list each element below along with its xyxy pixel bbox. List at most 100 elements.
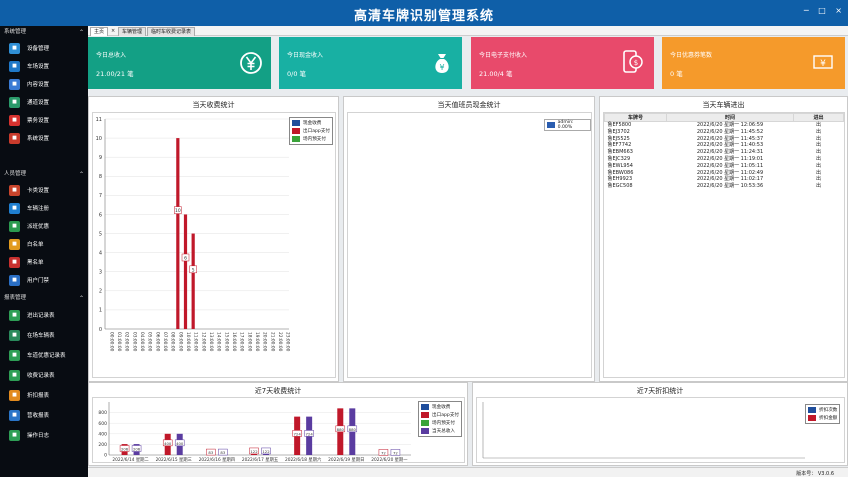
section-title: 人员管理: [4, 171, 27, 177]
sidebar-item[interactable]: ■ 车道优惠记录表: [0, 345, 88, 365]
sidebar-item[interactable]: ■ 进出记录表: [0, 305, 88, 325]
lane-discount-icon: ■: [9, 349, 20, 361]
legend-label: 现金收费: [303, 121, 322, 126]
cell-time: 2022/6/20 星期一 11:19:01: [696, 155, 764, 162]
legend-swatch: [421, 428, 429, 434]
cell-direction: 出: [815, 128, 821, 135]
x-tick-label: 10:00:00: [185, 332, 191, 352]
panel-week-fee: 近7天收费统计 0 200 400 600 800 2022/6/14 星期二 206 206…: [88, 382, 468, 466]
x-tick-label: 04:00:00: [139, 332, 145, 352]
legend-item: 出口app支付: [421, 411, 459, 419]
card-title: 今日优惠券笔数: [670, 52, 713, 59]
cell-plate: 鲁EJC329: [607, 155, 631, 162]
x-tick-label: 12:00:00: [200, 332, 206, 352]
sidebar-item[interactable]: ■ 设备管理: [0, 39, 88, 57]
legend-item: 场内预支付: [421, 419, 459, 427]
data-label: 400: [176, 441, 184, 446]
tab-home[interactable]: 主页: [90, 27, 109, 36]
column-header-direction[interactable]: 进出: [793, 113, 844, 122]
sidebar-item[interactable]: ■ 营收报表: [0, 405, 88, 425]
tab-temp-fee-records[interactable]: 临时车收费记录表: [147, 27, 196, 36]
cell-time: 2022/6/20 星期一 10:53:36: [696, 183, 764, 190]
table-row[interactable]: 鲁EJ5525 2022/6/20 星期一 11:45:37 出: [605, 136, 844, 143]
section-title: 报表管理: [4, 295, 27, 301]
x-tick-label: 21:00:00: [269, 332, 275, 352]
section-title: 系统管理: [4, 29, 27, 35]
sidebar-item[interactable]: ■ 车辆注册: [0, 199, 88, 217]
sidebar-item[interactable]: ■ 黑名单: [0, 253, 88, 271]
x-tick-label: 2022/6/16 星期四: [199, 457, 235, 463]
sidebar-item-label: 票务设置: [27, 118, 50, 124]
legend-label: 出口app支付: [432, 413, 460, 418]
cell-direction: 出: [815, 149, 821, 156]
sidebar-item[interactable]: ■ 票务设置: [0, 111, 88, 129]
table-row[interactable]: 鲁EWL954 2022/6/20 星期一 11:05:11 出: [605, 163, 844, 170]
cell-time: 2022/6/20 星期一 11:02:17: [696, 176, 764, 183]
table-row[interactable]: 鲁EH9923 2022/6/20 星期一 11:02:17 出: [605, 176, 844, 183]
sidebar-item[interactable]: ■ 卡类设置: [0, 181, 88, 199]
sidebar-item-label: 卡类设置: [27, 188, 50, 194]
sidebar-item[interactable]: ■ 系统设置: [0, 129, 88, 147]
sidebar-item-label: 车场设置: [27, 64, 50, 70]
sidebar-item[interactable]: ■ 白名单: [0, 235, 88, 253]
legend-swatch: [547, 122, 555, 128]
chart-legend: 折扣次数 折扣金额: [805, 404, 841, 424]
y-tick-label: 5: [99, 231, 102, 237]
x-tick-label: 00:00:00: [108, 332, 114, 352]
table-row[interactable]: 鲁EJ3702 2022/6/20 星期一 11:45:52 出: [605, 129, 844, 136]
sidebar-section-header[interactable]: 人员管理 ⌃: [0, 168, 88, 181]
legend-item: 现金收费: [292, 119, 330, 127]
card-title: 今日现金收入: [287, 52, 324, 59]
sidebar-item[interactable]: ■ 内容设置: [0, 75, 88, 93]
svg-text:¥: ¥: [820, 59, 826, 69]
sidebar-section-header[interactable]: 系统管理 ⌃: [0, 26, 88, 39]
sidebar-item[interactable]: ■ 通道设置: [0, 93, 88, 111]
data-label: 206: [121, 446, 129, 451]
sidebar-section-header[interactable]: 报表管理 ⌃: [0, 292, 88, 305]
panel-title: 当天收费统计: [192, 101, 235, 109]
table-row[interactable]: 鲁EJC329 2022/6/20 星期一 11:19:01 出: [605, 156, 844, 163]
sidebar-item[interactable]: ■ 折扣报表: [0, 385, 88, 405]
data-label: 724: [306, 431, 314, 436]
sidebar-item[interactable]: ■ 派班优惠: [0, 217, 88, 235]
card-title: 今日总收入: [96, 52, 127, 59]
sidebar-section: 系统管理 ⌃ ■ 设备管理 ■ 车场设置 ■ 内容设置 ■ 通道设置 ■ 票务设置 ■ 系统设置: [0, 26, 88, 147]
chevron-up-icon: ⌃: [78, 29, 84, 36]
chart-frame: 0 200 400 600 800 2022/6/14 星期二 206 206 2022/6/1…: [92, 397, 465, 463]
content-icon: ■: [9, 78, 20, 90]
legend-item: 现金收费: [421, 403, 459, 411]
sidebar-item[interactable]: ■ 收费记录表: [0, 365, 88, 385]
sidebar-item[interactable]: ■ 用户门禁: [0, 271, 88, 289]
y-tick-label: 600: [98, 421, 107, 427]
y-tick-label: 1: [99, 308, 102, 314]
sidebar-item-label: 操作日志: [27, 433, 50, 439]
sidebar-item-label: 车道优惠记录表: [27, 353, 66, 359]
table-row[interactable]: 鲁EF5800 2022/6/20 星期一 12:06:59 出: [605, 122, 844, 129]
sidebar-item[interactable]: ■ 在场车辆表: [0, 325, 88, 345]
sidebar-item[interactable]: ■ 操作日志: [0, 425, 88, 445]
table-row[interactable]: 鲁EBW086 2022/6/20 星期一 11:02:49 出: [605, 170, 844, 177]
tab-close-icon[interactable]: ×: [108, 27, 118, 36]
minimize-button[interactable]: ─: [804, 6, 809, 15]
legend-swatch: [421, 404, 429, 410]
legend-item: 当天总收入: [421, 427, 459, 435]
tab-vehicle-management[interactable]: 车辆管理: [118, 27, 147, 36]
blacklist-icon: ■: [9, 256, 20, 268]
column-header-plate[interactable]: 车牌号: [604, 113, 667, 122]
window-controls: ─ □ ×: [797, 6, 842, 15]
cell-direction: 出: [815, 162, 821, 169]
bar: [191, 233, 195, 329]
yen-circle-icon: [240, 52, 262, 74]
x-tick-label: 2022/6/14 星期二: [112, 457, 149, 463]
table-row[interactable]: 鲁EGC508 2022/6/20 星期一 10:53:36 出: [605, 183, 844, 190]
table-row[interactable]: 鲁EF7742 2022/6/20 星期一 11:40:53 出: [605, 142, 844, 149]
sidebar-item-label: 用户门禁: [27, 278, 50, 284]
sidebar-item[interactable]: ■ 车场设置: [0, 57, 88, 75]
panel-title: 近7天收费统计: [254, 387, 302, 395]
y-tick-label: 4: [99, 250, 102, 256]
close-button[interactable]: ×: [835, 6, 842, 15]
column-header-time[interactable]: 时间: [666, 113, 794, 122]
maximize-button[interactable]: □: [818, 6, 826, 15]
table-row[interactable]: 鲁EBM663 2022/6/20 星期一 11:24:31 出: [605, 149, 844, 156]
fee-record-icon: ■: [9, 369, 20, 381]
